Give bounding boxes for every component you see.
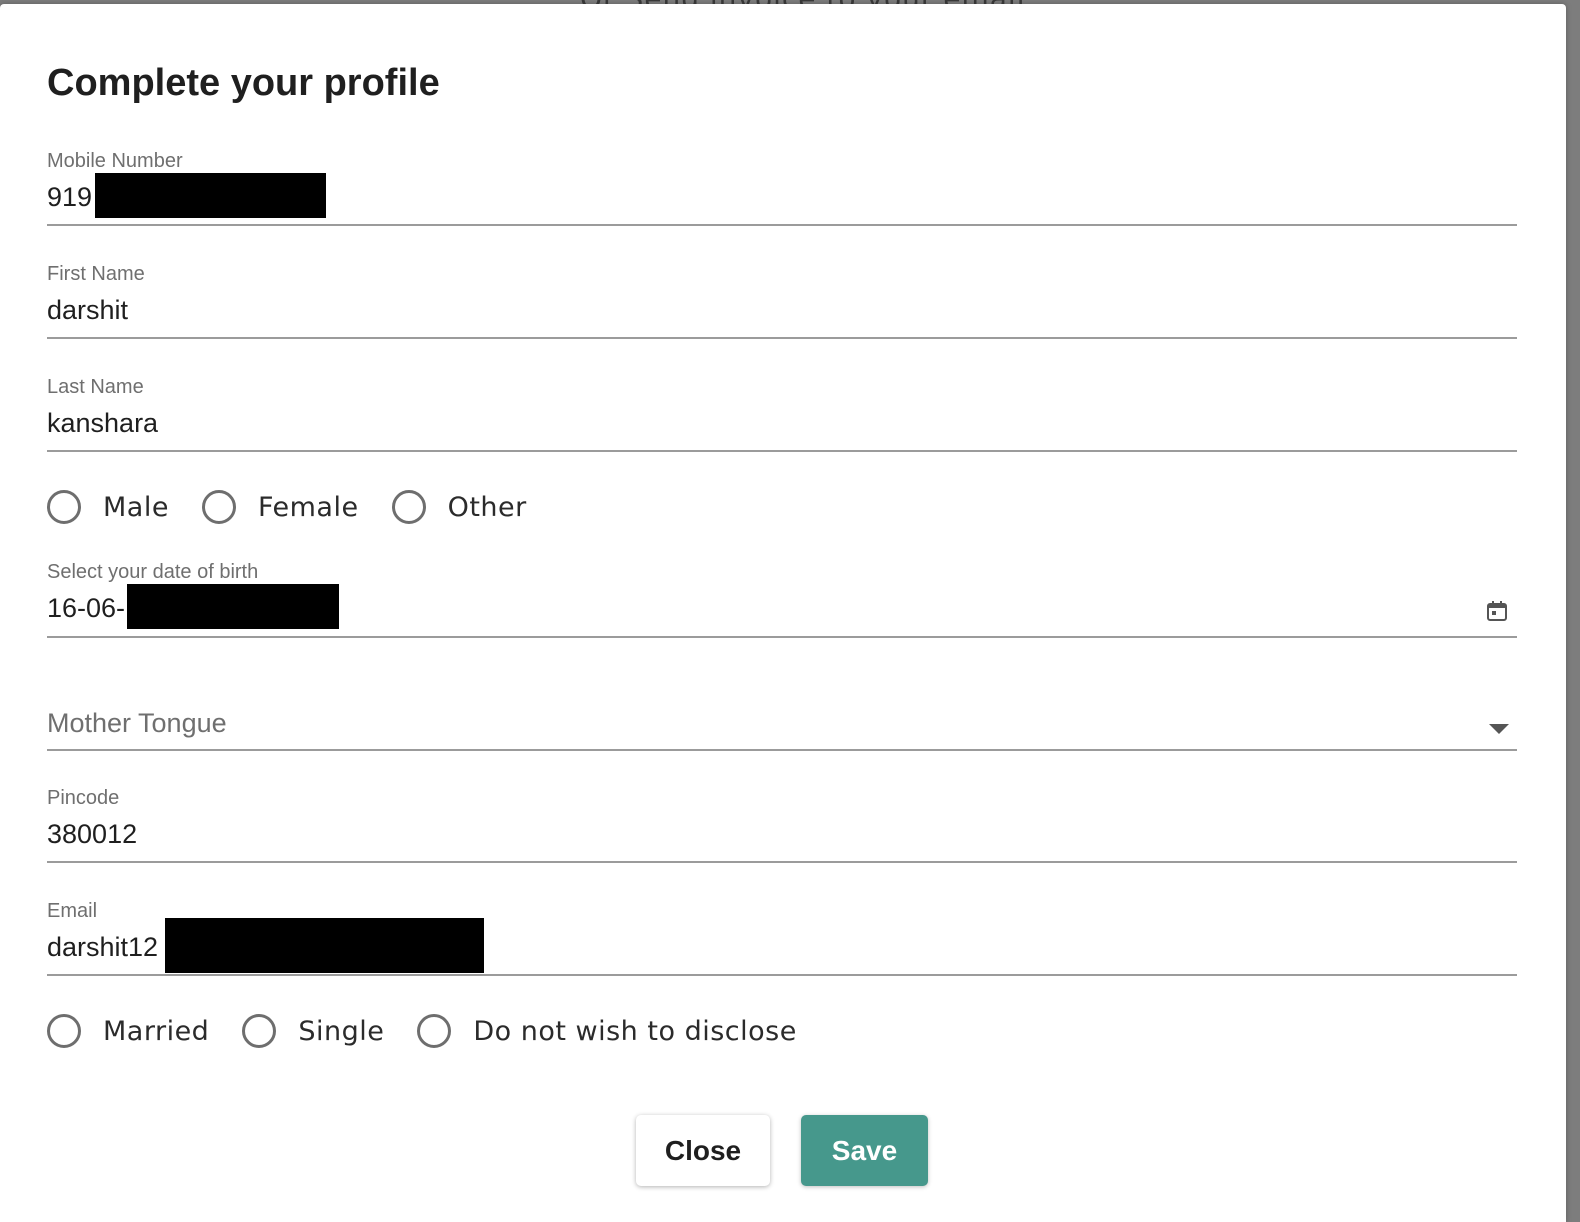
pincode-label: Pincode <box>47 787 120 809</box>
field-underline <box>47 224 1517 226</box>
radio-circle[interactable] <box>242 1014 277 1048</box>
field-underline <box>47 861 1517 863</box>
field-underline <box>47 749 1517 751</box>
first-name-value: darshit <box>47 295 129 325</box>
redaction-box <box>95 173 326 218</box>
first-name-field[interactable]: First Name darshit <box>47 257 1517 343</box>
radio-circle[interactable] <box>201 490 236 524</box>
gender-radio-group: Male Female Other <box>47 486 560 528</box>
dropdown-arrow-icon[interactable] <box>1489 724 1509 734</box>
radio-other[interactable]: Other <box>391 490 527 524</box>
last-name-label: Last Name <box>47 376 144 398</box>
radio-circle[interactable] <box>391 490 426 524</box>
radio-label: Other <box>447 491 527 523</box>
radio-label: Single <box>298 1015 385 1047</box>
pincode-value: 380012 <box>47 819 138 849</box>
pincode-field[interactable]: Pincode 380012 <box>47 781 1517 867</box>
radio-label: Married <box>103 1015 210 1047</box>
radio-single[interactable]: Single <box>242 1014 384 1048</box>
first-name-label: First Name <box>47 263 145 285</box>
close-button[interactable]: Close <box>636 1115 770 1186</box>
date-of-birth-label: Select your date of birth <box>47 561 259 583</box>
email-label: Email <box>47 900 98 922</box>
marital-status-radio-group: Married Single Do not wish to disclose <box>47 1010 830 1052</box>
radio-label: Female <box>257 491 359 523</box>
mother-tongue-placeholder: Mother Tongue <box>47 708 227 738</box>
field-underline <box>47 636 1517 638</box>
radio-male[interactable]: Male <box>47 490 169 524</box>
calendar-icon[interactable] <box>1485 599 1509 623</box>
last-name-value: kanshara <box>47 408 159 438</box>
redaction-box <box>165 918 484 973</box>
email-field[interactable]: Email darshit12 <box>47 894 1517 980</box>
redaction-box <box>127 584 339 629</box>
mobile-number-field[interactable]: Mobile Number 919 <box>47 144 1517 230</box>
dialog-title: Complete your profile <box>47 62 440 104</box>
radio-circle[interactable] <box>47 1014 81 1048</box>
radio-circle[interactable] <box>47 490 81 524</box>
radio-label: Male <box>103 491 169 523</box>
date-of-birth-field[interactable]: Select your date of birth 16-06- <box>47 555 1517 641</box>
last-name-field[interactable]: Last Name kanshara <box>47 370 1517 456</box>
field-underline <box>47 337 1517 339</box>
radio-do-not-disclose[interactable]: Do not wish to disclose <box>417 1014 796 1048</box>
profile-dialog: Complete your profile Mobile Number 919 … <box>0 4 1566 1222</box>
radio-label: Do not wish to disclose <box>473 1015 797 1047</box>
radio-married[interactable]: Married <box>47 1014 209 1048</box>
mother-tongue-select[interactable]: Mother Tongue <box>47 684 1517 754</box>
field-underline <box>47 450 1517 452</box>
radio-circle[interactable] <box>417 1014 452 1048</box>
mobile-number-value: 919 <box>47 182 93 212</box>
field-underline <box>47 974 1517 976</box>
date-of-birth-value: 16-06- <box>47 593 126 623</box>
radio-female[interactable]: Female <box>201 490 359 524</box>
mobile-number-label: Mobile Number <box>47 150 183 172</box>
email-value: darshit12 <box>47 932 159 962</box>
save-button[interactable]: Save <box>801 1115 928 1186</box>
